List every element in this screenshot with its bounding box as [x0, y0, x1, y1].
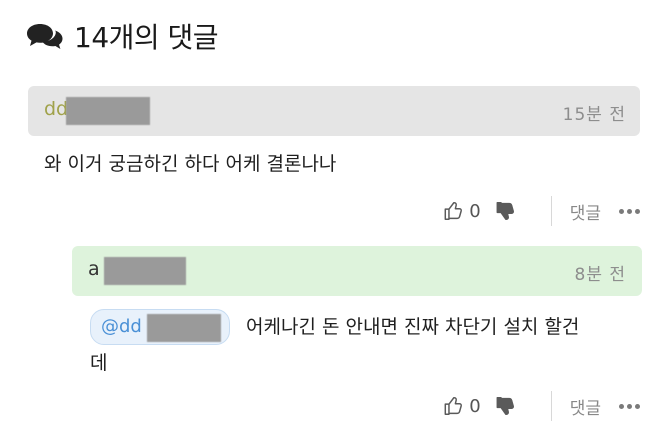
reply-text-line: 어케나긴 돈 안내면 진짜 차단기 설치 할건: [246, 315, 580, 338]
speech-bubbles-icon: [26, 21, 66, 51]
comments-header: 14개의 댓글: [26, 16, 219, 56]
more-options-icon[interactable]: [617, 208, 641, 214]
mention-tag[interactable]: @dd: [90, 308, 230, 345]
dislike-button[interactable]: [495, 200, 517, 222]
author-name[interactable]: a: [88, 258, 100, 280]
reply-header-bar: a 8분 전: [72, 246, 642, 296]
more-options-icon[interactable]: [617, 403, 641, 409]
comment-header-bar: dd 15분 전: [28, 86, 640, 136]
comment-timestamp: 8분 전: [574, 265, 626, 285]
comment-count-title: 14개의 댓글: [74, 21, 219, 54]
divider: [550, 391, 552, 421]
reply-button[interactable]: 댓글: [570, 199, 601, 224]
reply-button[interactable]: 댓글: [570, 394, 601, 419]
reply-text-line: 데: [90, 351, 108, 374]
comment-actions: 0 댓글: [443, 390, 641, 422]
dislike-button[interactable]: [495, 395, 517, 417]
comment-timestamp: 15분 전: [562, 105, 626, 125]
comment-text: 와 이거 궁금하긴 하다 어케 결론나나: [44, 153, 337, 175]
like-count: 0: [469, 395, 481, 417]
divider: [550, 196, 552, 226]
redacted-author-block: [66, 97, 150, 125]
comment-actions: 0 댓글: [443, 195, 641, 227]
reply-text: @dd 어케나긴 돈 안내면 진짜 차단기 설치 할건 데: [90, 308, 650, 381]
like-button[interactable]: 0: [443, 395, 481, 417]
mention-text: @dd: [101, 315, 142, 337]
thumbs-up-icon: [444, 397, 463, 415]
like-count: 0: [469, 200, 481, 222]
thumbs-down-icon: [496, 397, 514, 415]
redacted-mention-block: [147, 313, 221, 342]
redacted-author-block: [104, 257, 186, 285]
like-button[interactable]: 0: [443, 200, 481, 222]
thumbs-down-icon: [496, 202, 514, 220]
thumbs-up-icon: [444, 202, 463, 220]
author-name[interactable]: dd: [44, 98, 68, 120]
